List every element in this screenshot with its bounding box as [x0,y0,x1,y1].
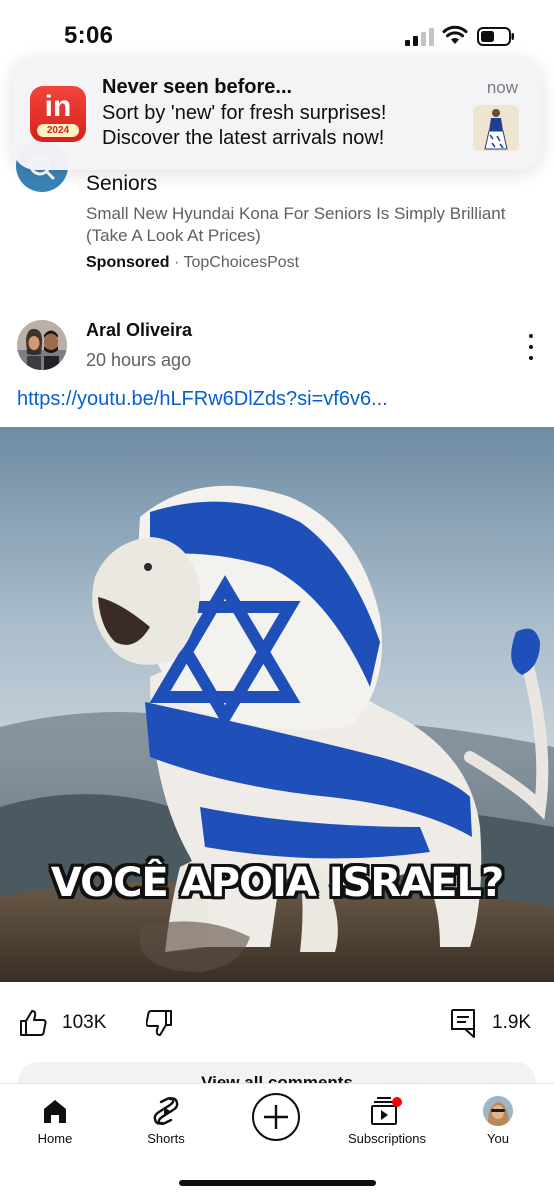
status-time: 5:06 [64,22,114,49]
push-notification[interactable]: in 2024 Never seen before... Sort by 'ne… [12,56,542,170]
subscriptions-icon [371,1097,402,1125]
comment-button[interactable]: 1.9K [450,1008,531,1038]
notification-body-line1: Sort by 'new' for fresh surprises! [102,102,387,124]
ad-meta: Sponsored · TopChoicesPost [86,254,299,272]
sponsored-label: Sponsored [86,254,170,271]
more-vert-icon[interactable] [520,334,542,360]
nav-subscriptions-label: Subscriptions [347,1131,427,1146]
app-icon-year: 2024 [37,124,79,137]
comment-icon [451,1009,475,1038]
post-actions: 103K 1.9K [0,1000,554,1050]
notification-thumbnail [473,105,519,151]
ad-description[interactable]: Small New Hyundai Kona For Seniors Is Si… [86,203,506,247]
nav-you[interactable]: You [443,1094,553,1146]
signal-icon [405,28,434,46]
nav-home-label: Home [37,1131,73,1146]
notification-time: now [486,78,518,97]
nav-shorts[interactable]: Shorts [111,1094,221,1146]
ad-title[interactable]: Seniors [86,172,157,196]
create-plus-icon [264,1105,288,1129]
wifi-icon [442,25,468,44]
nav-shorts-label: Shorts [147,1131,185,1146]
home-icon [44,1100,66,1123]
notification-body-line2: Discover the latest arrivals now! [102,127,385,149]
author-avatar[interactable] [17,320,67,370]
like-button[interactable]: 103K [18,1008,106,1038]
notification-dot [392,1097,402,1107]
nav-home[interactable]: Home [0,1094,110,1146]
dislike-button[interactable] [145,1008,174,1043]
nav-you-label: You [487,1131,509,1146]
user-avatar [483,1096,513,1126]
shorts-icon [153,1097,179,1125]
comment-count: 1.9K [492,1012,532,1033]
image-caption: VOCÊ APOIA ISRAEL? [50,860,504,906]
ad-source[interactable]: TopChoicesPost [184,254,300,271]
post-author[interactable]: Aral Oliveira [86,320,192,341]
thumbs-down-icon [145,1010,172,1036]
post-time: 20 hours ago [86,350,192,370]
notification-title: Never seen before... [102,76,293,98]
create-button[interactable] [252,1093,300,1141]
battery-icon [477,27,514,46]
like-count: 103K [62,1012,107,1033]
app-icon: in 2024 [30,86,86,142]
thumbs-up-icon [20,1010,47,1036]
app-icon-text: in [44,90,72,123]
post-link[interactable]: https://youtu.be/hLFRw6DlZds?si=vf6v6... [17,388,388,411]
meta-separator: · [169,254,184,271]
nav-subscriptions[interactable]: Subscriptions [332,1094,442,1146]
home-indicator[interactable] [179,1180,376,1186]
